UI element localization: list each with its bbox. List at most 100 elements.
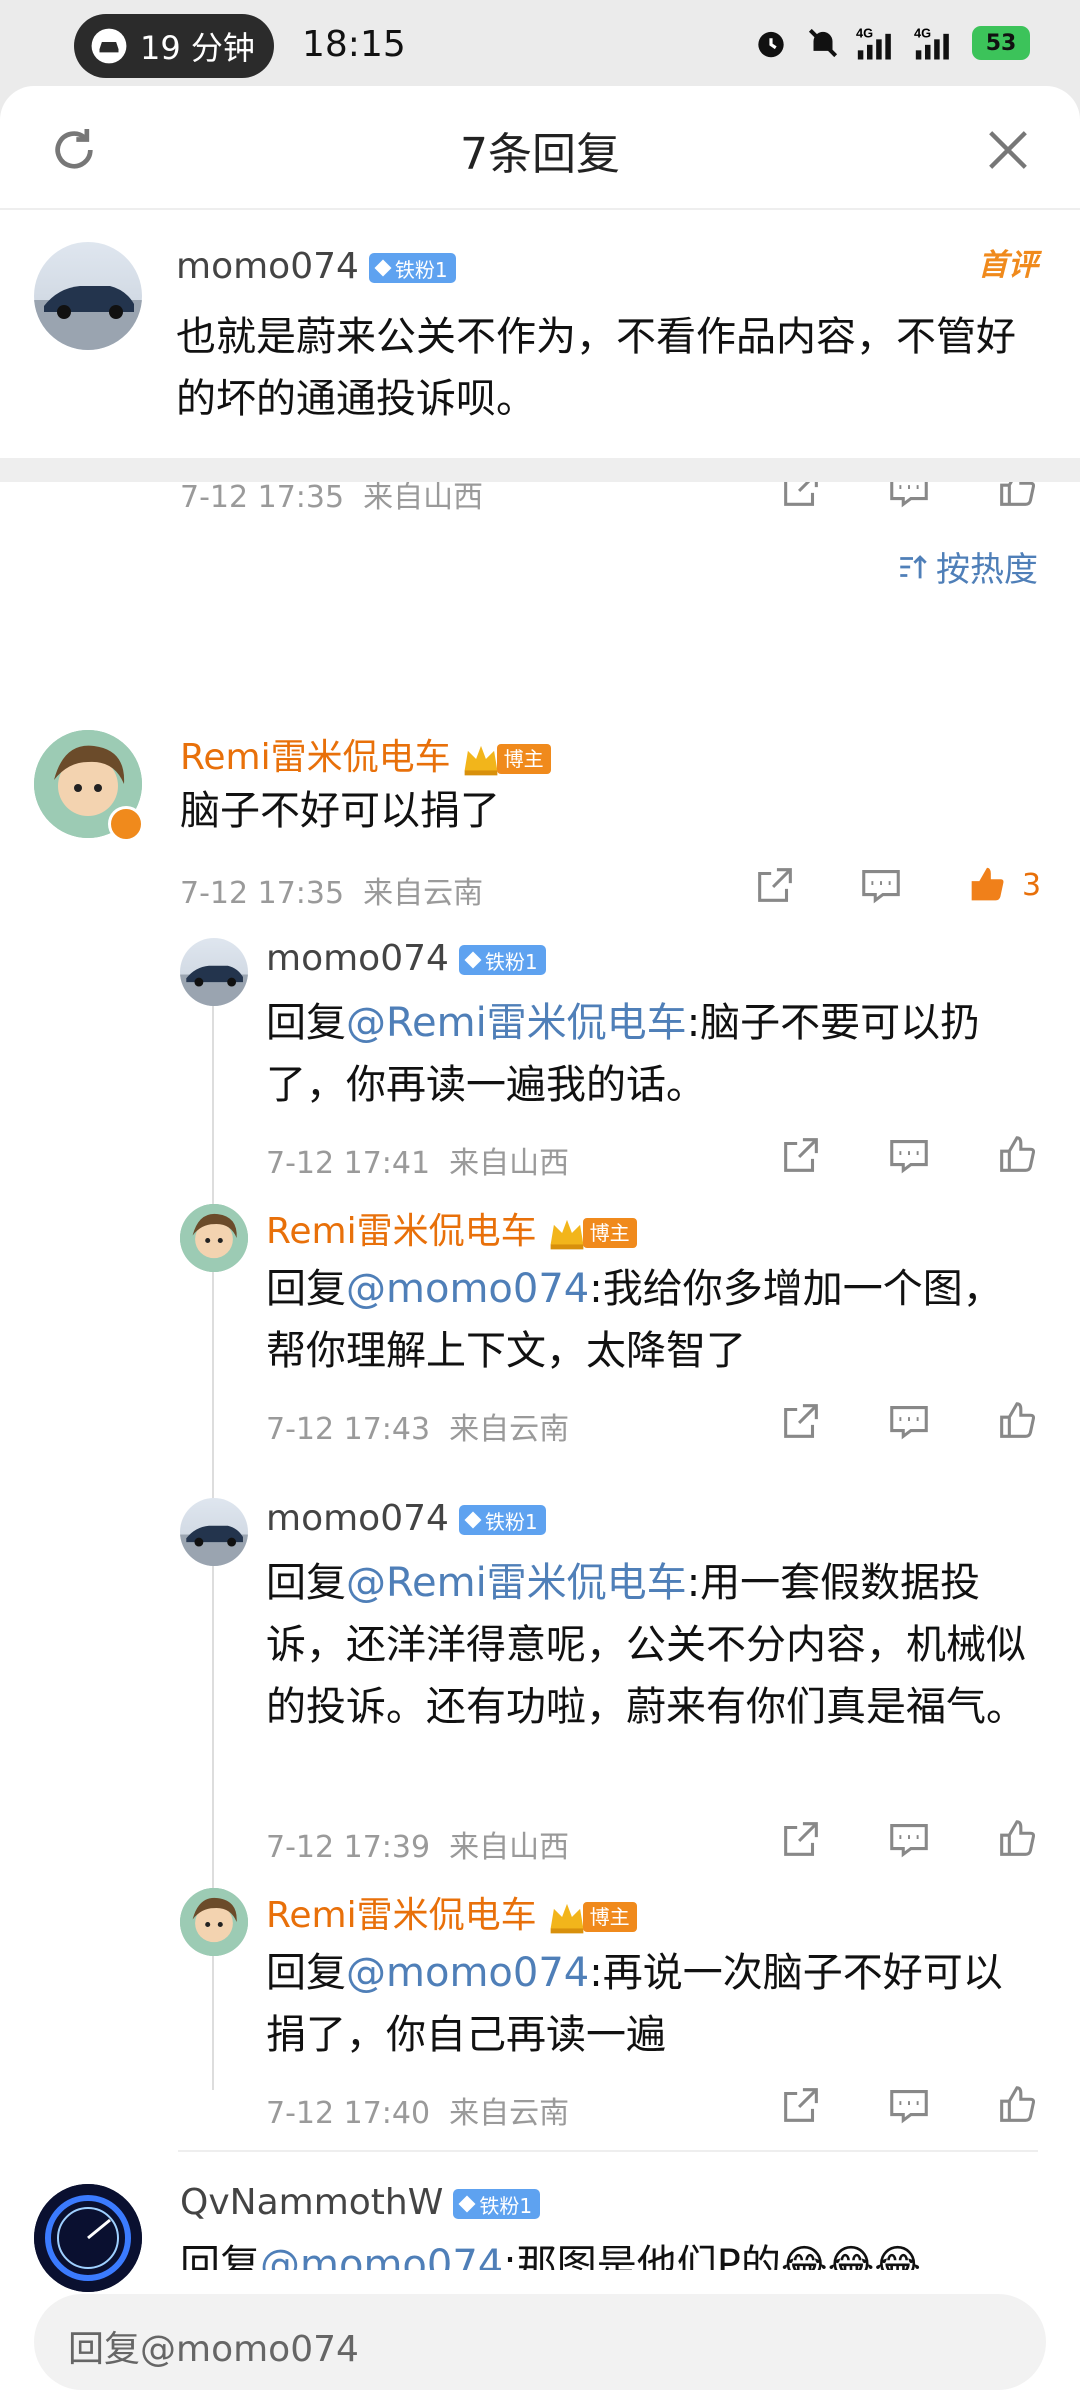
fan-badge: 铁粉1 (453, 2189, 541, 2219)
location: 来自云南 (449, 2096, 570, 2131)
like-icon[interactable] (994, 1398, 1040, 1444)
avatar[interactable] (180, 1888, 248, 1956)
fan-badge: 铁粉1 (368, 253, 456, 283)
reply-user[interactable]: momo074 铁粉1 (266, 1498, 546, 1539)
screen-time-text: 19 分钟 (140, 29, 255, 67)
avatar[interactable] (180, 1498, 248, 1566)
location: 来自山西 (363, 480, 484, 515)
reply-meta: 7-12 17:40 来自云南 (266, 2088, 569, 2132)
share-icon[interactable] (778, 1398, 824, 1444)
system-icons: 4G 4G 53 (752, 24, 1030, 62)
avatar[interactable] (34, 2184, 142, 2292)
like-button[interactable]: 3 (964, 862, 1041, 908)
fan-badge-label: 铁粉1 (394, 257, 448, 282)
reply-text: 回复@momo074:再说一次脑子不好可以捐了，你自己再读一遍 (266, 1942, 1036, 2066)
reply-user[interactable]: Remi雷米侃电车 博主 (266, 1202, 637, 1254)
main-comment-text: 也就是蔚来公关不作为，不看作品内容，不管好的坏的通通投诉呗。 (176, 314, 1016, 422)
reply-user[interactable]: Remi雷米侃电车 博主 (266, 1886, 637, 1938)
host-badge-label: 博主 (582, 1902, 637, 1932)
avatar[interactable] (34, 242, 142, 350)
location: 来自山西 (449, 1830, 570, 1865)
crown-icon (550, 1903, 583, 1934)
reply-meta: 7-12 17:43 来自云南 (266, 1404, 569, 1448)
share-icon[interactable] (752, 862, 798, 908)
diamond-icon (464, 1511, 482, 1529)
sort-button[interactable]: 按热度 (896, 542, 1038, 591)
screen-time-pill[interactable]: 19 分钟 (74, 14, 274, 78)
reply-user[interactable]: Remi雷米侃电车 博主 (180, 728, 551, 780)
svg-text:4G: 4G (856, 26, 873, 41)
mention-link[interactable]: @Remi雷米侃电车 (346, 1000, 687, 1046)
comment-icon[interactable] (886, 2082, 932, 2128)
sort-label: 按热度 (936, 550, 1038, 590)
username[interactable]: Remi雷米侃电车 (266, 1895, 537, 1936)
signal-icon-1: 4G (856, 26, 891, 60)
comment-icon[interactable] (886, 1132, 932, 1178)
svg-text:4G: 4G (914, 26, 931, 41)
reply-body: :那图是他们P的😂😂😂 (503, 2242, 922, 2270)
comment-icon[interactable] (886, 1816, 932, 1862)
mention-link[interactable]: @Remi雷米侃电车 (346, 1560, 687, 1606)
mute-bell-icon (808, 28, 838, 58)
username[interactable]: momo074 (266, 938, 449, 979)
timestamp: 7-12 17:35 (180, 876, 345, 911)
comment-icon[interactable] (858, 862, 904, 908)
reply-actions (778, 2082, 1040, 2128)
like-icon[interactable] (994, 2082, 1040, 2128)
timestamp: 7-12 17:43 (266, 1412, 431, 1447)
speedometer-avatar-image (34, 2184, 142, 2292)
sort-icon (900, 554, 927, 578)
crown-icon (550, 1219, 583, 1250)
comment-icon[interactable] (886, 1398, 932, 1444)
alarm-icon (758, 31, 784, 58)
reply-text: 回复@Remi雷米侃电车:用一套假数据投诉，还洋洋得意呢，公关不分内容，机械似的… (266, 1552, 1036, 1738)
like-icon[interactable] (994, 1132, 1040, 1178)
like-icon-active (971, 867, 1004, 901)
host-badge: 博主 (547, 1901, 637, 1934)
close-icon[interactable] (982, 124, 1034, 176)
reply-user[interactable]: momo074 铁粉1 (266, 938, 546, 979)
main-comment-user[interactable]: momo074 铁粉1 (176, 246, 456, 287)
cartoon-avatar-image (180, 1888, 248, 1956)
main-comment: momo074 铁粉1 首评 也就是蔚来公关不作为，不看作品内容，不管好的坏的通通… (0, 210, 1080, 544)
share-icon[interactable] (778, 1132, 824, 1178)
reply-input[interactable]: 回复@momo074 (34, 2294, 1046, 2390)
sheet-header: 7条回复 (0, 86, 1080, 210)
fan-badge-label: 铁粉1 (484, 1509, 538, 1534)
reply-input-placeholder: 回复@momo074 (68, 2329, 359, 2370)
username[interactable]: momo074 (266, 1498, 449, 1539)
like-count: 3 (1022, 867, 1042, 903)
like-icon[interactable] (994, 1816, 1040, 1862)
timestamp: 7-12 17:39 (266, 1830, 431, 1865)
reply-prefix: 回复 (266, 1950, 346, 1996)
section-gap (0, 458, 1080, 482)
reply-meta: 7-12 17:39 来自山西 (266, 1822, 569, 1866)
avatar[interactable] (180, 938, 248, 1006)
username[interactable]: QvNammothW (180, 2182, 443, 2223)
mention-link[interactable]: @momo074 (260, 2242, 503, 2270)
timestamp: 7-12 17:41 (266, 1146, 431, 1181)
username[interactable]: Remi雷米侃电车 (266, 1211, 537, 1252)
reply-user[interactable]: QvNammothW 铁粉1 (180, 2182, 541, 2223)
mention-link[interactable]: @momo074 (346, 1950, 589, 1996)
first-comment-tag: 首评 (978, 248, 1038, 283)
reply-meta: 7-12 17:35 来自云南 (180, 868, 483, 912)
host-badge: 博主 (461, 743, 551, 776)
username[interactable]: Remi雷米侃电车 (180, 737, 451, 778)
fan-badge: 铁粉1 (458, 945, 546, 975)
host-badge: 博主 (547, 1217, 637, 1250)
reply-prefix: 回复 (266, 1560, 346, 1606)
username[interactable]: momo074 (176, 246, 359, 287)
mention-link[interactable]: @momo074 (346, 1266, 589, 1312)
share-icon[interactable] (778, 1816, 824, 1862)
car-avatar-image (34, 286, 142, 350)
replies-sheet: 7条回复 momo074 铁粉1 首评 也就是蔚来公关不作为，不看作品内容，不管好… (0, 86, 1080, 2400)
fan-badge-label: 铁粉1 (484, 949, 538, 974)
location: 来自云南 (449, 1412, 570, 1447)
avatar[interactable] (180, 1204, 248, 1272)
diamond-icon (458, 2195, 476, 2213)
fan-badge-label: 铁粉1 (479, 2193, 533, 2218)
car-icon (91, 28, 127, 64)
share-icon[interactable] (778, 2082, 824, 2128)
crown-icon (464, 745, 497, 776)
